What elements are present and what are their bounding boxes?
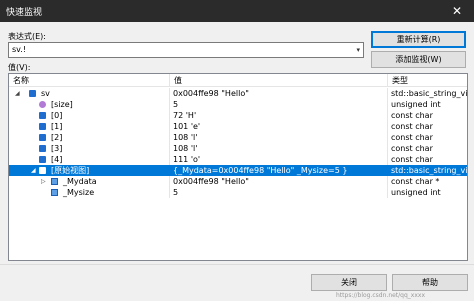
row-name: [4] [51,155,63,164]
add-watch-button[interactable]: 添加监视(W) [371,51,466,68]
object-icon [39,123,46,130]
expression-input[interactable]: sv.! ▾ [8,42,364,58]
footer-divider [0,264,474,265]
row-type: const char [391,133,433,142]
row-type: const char [391,155,433,164]
row-type: const char [391,144,433,153]
watch-grid[interactable]: 名称 值 类型 ◢ sv 0x004ffe98 "Hello" std::bas… [8,73,468,261]
table-row[interactable]: [3] 108 'l' const char [9,143,467,154]
object-icon [39,145,46,152]
row-value[interactable]: 5 [171,99,387,110]
row-name: [2] [51,133,63,142]
column-header-type[interactable]: 类型 [388,74,467,87]
window-title: 快速监视 [6,8,43,18]
recalculate-button[interactable]: 重新计算(R) [371,31,466,48]
table-row[interactable]: [4] 111 'o' const char [9,154,467,165]
watermark: https://blog.csdn.net/qq_xxxx [336,292,426,299]
value-label: 值(V): [8,63,31,72]
row-value[interactable]: 72 'H' [171,110,387,121]
table-row[interactable]: _Mysize 5 unsigned int [9,187,467,198]
close-button[interactable]: 关闭 [311,274,387,291]
row-value[interactable]: 5 [171,187,387,198]
table-row[interactable]: ▷ _Mydata 0x004ffe98 "Hello" 🔍 ▾ const c… [9,176,467,187]
help-button[interactable]: 帮助 [392,274,468,291]
object-icon [39,112,46,119]
row-type: const char * [391,177,440,186]
title-bar: 快速监视 ✕ [0,0,474,22]
row-value-text: 0x004ffe98 "Hello" [173,177,249,186]
row-type: const char [391,111,433,120]
row-name: [原始视图] [51,166,90,175]
table-row[interactable]: [size] 5 unsigned int [9,99,467,110]
table-row[interactable]: ◢ sv 0x004ffe98 "Hello" std::basic_strin… [9,88,467,99]
column-header-name[interactable]: 名称 [9,74,170,87]
table-row[interactable]: [2] 108 'l' const char [9,132,467,143]
field-icon [51,178,58,185]
row-name: [3] [51,144,63,153]
row-type: std::basic_string_vi... [391,89,467,98]
table-row-selected[interactable]: ◢ [原始视图] {_Mydata=0x004ffe98 "Hello" _My… [9,165,467,176]
row-type: const char [391,122,433,131]
grid-header: 名称 值 类型 [9,74,467,87]
row-value[interactable]: 0x004ffe98 "Hello" 🔍 ▾ [171,176,387,187]
row-value[interactable]: 108 'l' [171,132,387,143]
row-type: unsigned int [391,188,441,197]
expression-label: 表达式(E): [8,32,46,41]
table-row[interactable]: [1] 101 'e' const char [9,121,467,132]
expand-arrow-icon[interactable]: ◢ [31,165,36,176]
row-value[interactable]: 0x004ffe98 "Hello" [171,88,387,99]
row-value[interactable]: 108 'l' [171,143,387,154]
expression-value: sv.! [12,45,27,54]
row-value[interactable]: 101 'e' [171,121,387,132]
row-value[interactable]: {_Mydata=0x004ffe98 "Hello" _Mysize=5 } [171,165,387,176]
object-icon [39,134,46,141]
chevron-down-icon[interactable]: ▾ [356,43,360,57]
row-name: _Mysize [63,188,95,197]
row-name: _Mydata [63,177,97,186]
row-name: [size] [51,100,73,109]
row-value[interactable]: 111 'o' [171,154,387,165]
expand-arrow-icon[interactable]: ◢ [15,88,20,99]
row-type: unsigned int [391,100,441,109]
size-icon [39,101,46,108]
object-icon [39,156,46,163]
close-icon[interactable]: ✕ [440,0,474,22]
row-name: [0] [51,111,63,120]
column-header-value[interactable]: 值 [170,74,388,87]
object-icon [29,90,36,97]
object-icon [39,167,46,174]
field-icon [51,189,58,196]
row-type: std::basic_string_vi... [391,166,467,175]
expand-arrow-icon[interactable]: ▷ [41,176,46,187]
table-row[interactable]: [0] 72 'H' const char [9,110,467,121]
row-name: sv [41,89,50,98]
row-name: [1] [51,122,63,131]
